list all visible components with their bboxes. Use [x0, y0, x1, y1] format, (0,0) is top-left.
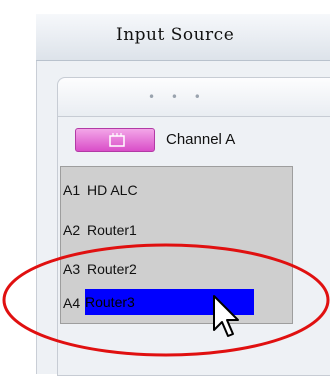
list-item-a1[interactable]: A1 HD ALC: [61, 177, 292, 205]
channel-glyph-icon: [109, 133, 125, 147]
item-code: A1: [63, 182, 81, 198]
panel-header[interactable]: • • •: [58, 78, 330, 117]
highlight-ellipse: [2, 243, 330, 357]
item-name: Router1: [87, 222, 137, 238]
channel-label: Channel A: [166, 131, 236, 148]
window-title: Input Source: [116, 25, 235, 45]
channel-row: Channel A: [75, 128, 315, 154]
item-code: A2: [63, 222, 81, 238]
grip-dots-icon[interactable]: • • •: [148, 90, 207, 104]
item-name: HD ALC: [87, 182, 138, 198]
channel-icon[interactable]: [75, 128, 155, 152]
mouse-pointer-icon: [213, 295, 239, 337]
title-bar: Input Source: [36, 14, 330, 61]
